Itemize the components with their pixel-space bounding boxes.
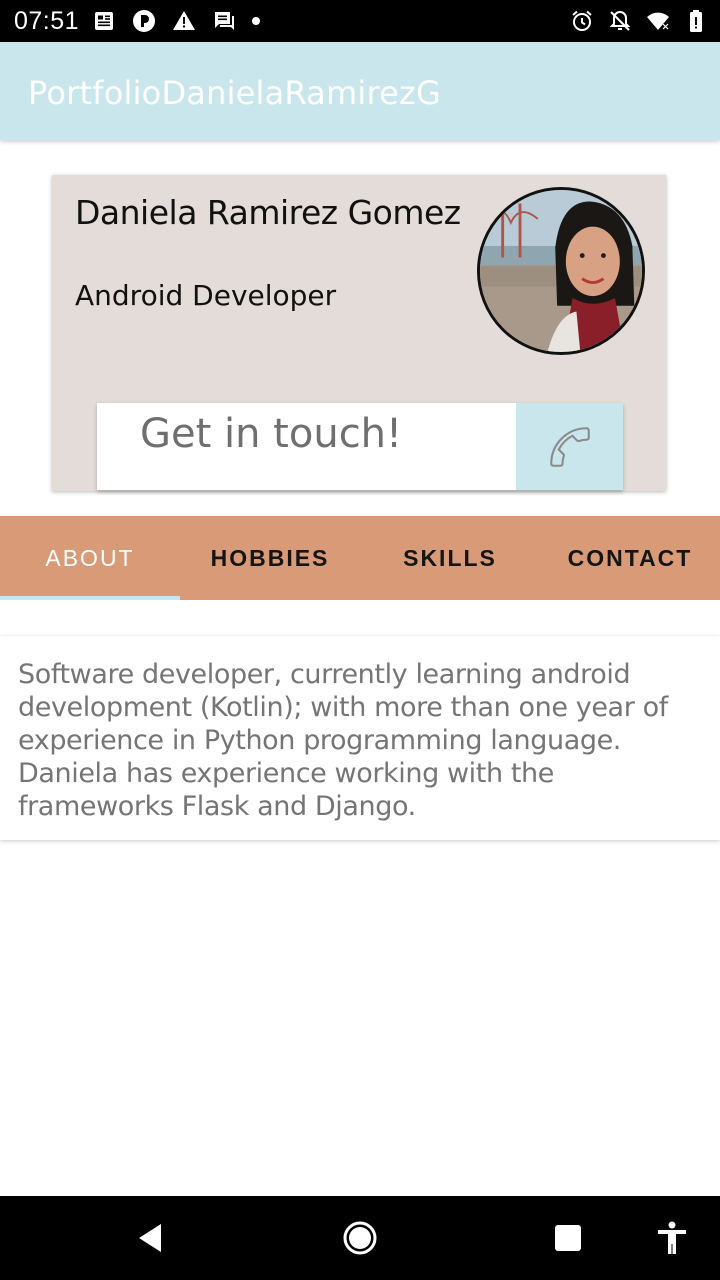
notifications-off-icon bbox=[609, 10, 631, 31]
profile-card: Daniela Ramirez Gomez Android Developer … bbox=[52, 175, 666, 491]
tab-bar: ABOUT HOBBIES SKILLS CONTACT bbox=[0, 516, 720, 600]
call-button[interactable] bbox=[516, 403, 623, 490]
status-right-icons bbox=[570, 8, 708, 34]
status-time: 07:51 bbox=[14, 7, 80, 35]
recents-icon bbox=[555, 1225, 581, 1251]
tab-hobbies[interactable]: HOBBIES bbox=[180, 516, 360, 600]
accessibility-icon bbox=[658, 1221, 686, 1254]
home-button[interactable] bbox=[338, 1216, 382, 1260]
profile-role: Android Developer bbox=[75, 279, 337, 312]
podcast-icon bbox=[133, 10, 155, 32]
about-card: Software developer, currently learning a… bbox=[0, 636, 720, 840]
tab-about[interactable]: ABOUT bbox=[0, 516, 180, 600]
get-in-touch-box[interactable]: Get in touch! bbox=[97, 403, 623, 490]
dot-icon bbox=[252, 17, 260, 25]
status-bar: 07:51 bbox=[0, 0, 720, 42]
profile-photo bbox=[480, 190, 642, 352]
profile-name: Daniela Ramirez Gomez bbox=[75, 193, 461, 232]
recents-button[interactable] bbox=[546, 1216, 590, 1260]
news-icon bbox=[95, 12, 113, 30]
avatar bbox=[477, 187, 645, 355]
app-bar: PortfolioDanielaRamirezG bbox=[0, 42, 720, 140]
tab-indicator bbox=[0, 596, 180, 600]
messages-icon bbox=[215, 12, 234, 30]
get-in-touch-label: Get in touch! bbox=[140, 411, 403, 457]
accessibility-button[interactable] bbox=[650, 1216, 694, 1260]
wifi-icon bbox=[647, 12, 669, 30]
status-left-icons bbox=[92, 8, 260, 34]
warning-icon bbox=[173, 11, 195, 30]
alarm-icon bbox=[572, 10, 592, 31]
phone-icon bbox=[549, 426, 590, 467]
back-icon bbox=[139, 1224, 161, 1252]
tab-contact[interactable]: CONTACT bbox=[540, 516, 720, 600]
about-text: Software developer, currently learning a… bbox=[18, 659, 668, 822]
home-icon bbox=[343, 1221, 377, 1255]
app-title: PortfolioDanielaRamirezG bbox=[28, 74, 441, 112]
tab-skills[interactable]: SKILLS bbox=[360, 516, 540, 600]
battery-icon bbox=[690, 10, 702, 32]
back-button[interactable] bbox=[128, 1216, 172, 1260]
navigation-bar bbox=[0, 1196, 720, 1280]
